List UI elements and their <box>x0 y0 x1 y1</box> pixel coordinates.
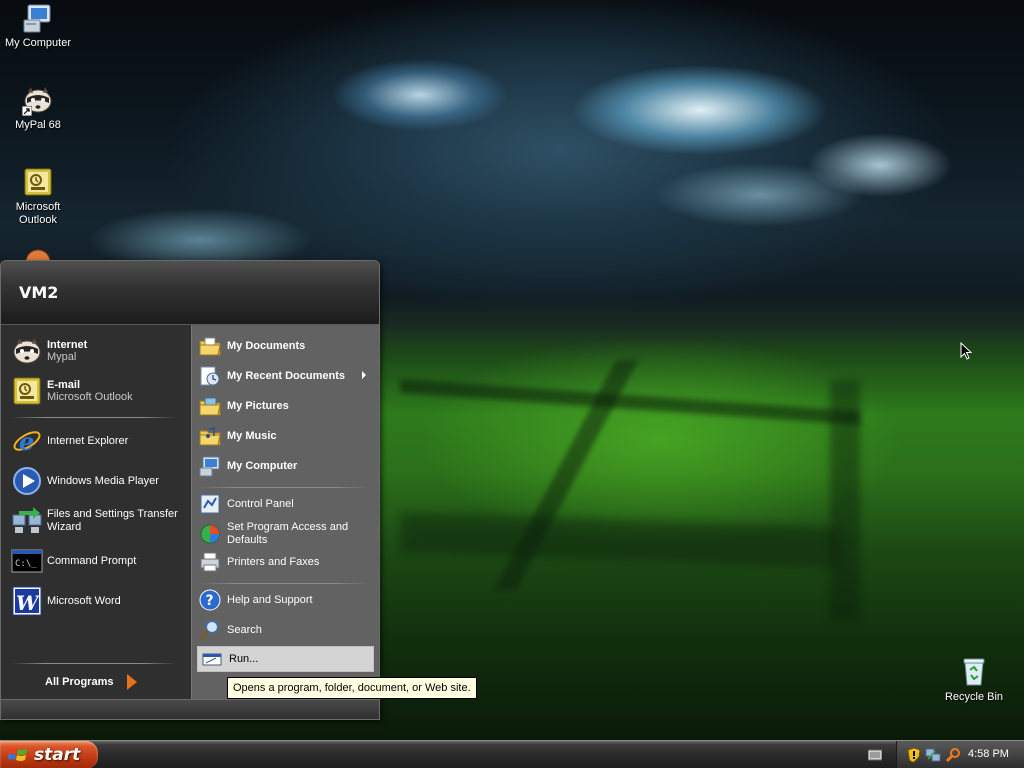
pinned-item-internet[interactable]: Internet Mypal <box>11 335 87 367</box>
wallpaper-shadow <box>830 380 860 620</box>
arrow-right-icon <box>127 674 138 690</box>
program-label: Windows Media Player <box>47 475 159 487</box>
place-my-pictures[interactable]: My Pictures <box>199 395 289 417</box>
pinned-item-title: E-mail <box>47 379 81 391</box>
media-player-icon <box>11 465 43 497</box>
user-name: VM2 <box>19 283 59 302</box>
all-programs-label: All Programs <box>45 676 114 688</box>
tooltip: Opens a program, folder, document, or We… <box>227 677 477 699</box>
pinned-item-subtitle: Mypal <box>47 351 77 363</box>
folder-documents-icon <box>199 335 221 357</box>
program-label: Files and Settings Transfer Wizard <box>47 508 178 533</box>
recent-documents-icon <box>199 365 221 387</box>
computer-icon <box>22 2 54 34</box>
place-label: My Pictures <box>227 400 289 412</box>
program-command-prompt[interactable]: C:\_ Command Prompt <box>11 545 136 577</box>
folder-pictures-icon <box>199 395 221 417</box>
settings-printers-faxes[interactable]: Printers and Faxes <box>199 551 319 573</box>
svg-text:e: e <box>19 427 34 456</box>
internet-explorer-icon: e <box>11 425 43 457</box>
help-label: Help and Support <box>227 594 313 606</box>
network-icon[interactable] <box>925 747 941 763</box>
search[interactable]: Search <box>199 619 262 641</box>
place-label: My Computer <box>227 460 298 472</box>
place-label: My Recent Documents <box>227 370 345 382</box>
program-access-icon <box>199 523 221 545</box>
start-menu: VM2 Internet Mypal E-mail Microsoft Outl… <box>0 260 380 720</box>
program-microsoft-word[interactable]: W Microsoft Word <box>11 585 121 617</box>
program-label: Microsoft Word <box>47 595 121 607</box>
control-panel-icon <box>199 493 221 515</box>
svg-text:C:\_: C:\_ <box>15 559 37 569</box>
command-prompt-icon: C:\_ <box>11 545 43 577</box>
svg-text:?: ? <box>206 593 214 609</box>
start-menu-header: VM2 <box>1 261 379 325</box>
word-icon: W <box>11 585 43 617</box>
outlook-icon <box>11 375 43 407</box>
search-icon[interactable] <box>945 747 961 763</box>
folder-music-icon <box>199 425 221 447</box>
settings-label: Printers and Faxes <box>227 556 320 568</box>
security-shield-icon[interactable] <box>907 747 921 763</box>
computer-icon <box>199 455 221 477</box>
place-my-recent-documents[interactable]: My Recent Documents <box>199 365 377 387</box>
taskbar: start 4:58 PM <box>0 740 1024 768</box>
start-label: start <box>34 745 81 765</box>
program-files-settings-transfer-wizard[interactable]: Files and Settings Transfer Wizard <box>11 505 186 537</box>
mouse-cursor-icon <box>960 341 973 363</box>
settings-control-panel[interactable]: Control Panel <box>199 493 294 515</box>
printer-icon <box>199 551 221 573</box>
settings-label: Control Panel <box>227 498 294 510</box>
place-my-computer[interactable]: My Computer <box>199 455 297 477</box>
outlook-icon <box>22 166 54 198</box>
desktop-icon-label: Recycle Bin <box>944 691 1004 703</box>
place-my-music[interactable]: My Music <box>199 425 277 447</box>
separator <box>11 663 176 664</box>
desktop-icon-label: My Computer <box>4 37 72 49</box>
desktop-icon-label: MyPal 68 <box>15 119 61 131</box>
raccoon-icon <box>22 84 54 116</box>
svg-text:W: W <box>16 591 41 615</box>
separator <box>200 583 370 584</box>
program-windows-media-player[interactable]: Windows Media Player <box>11 465 159 497</box>
all-programs-button[interactable]: All Programs <box>45 674 138 690</box>
shortcut-arrow-icon <box>22 106 32 116</box>
pinned-item-title: Internet <box>47 339 88 351</box>
recycle-bin-icon <box>958 656 990 688</box>
separator <box>11 417 176 418</box>
keyboard-icon[interactable] <box>867 749 883 764</box>
raccoon-icon <box>11 335 43 367</box>
windows-logo-icon <box>8 748 27 761</box>
program-label: Command Prompt <box>47 555 137 567</box>
start-menu-places-pane: My Documents My Recent Documents My Pict… <box>191 325 379 699</box>
start-button[interactable]: start <box>0 741 98 768</box>
submenu-arrow-icon <box>362 371 366 379</box>
pinned-item-email[interactable]: E-mail Microsoft Outlook <box>11 375 133 407</box>
place-label: My Music <box>227 430 277 442</box>
separator <box>200 487 370 488</box>
desktop-icon-mypal[interactable]: MyPal 68 <box>0 84 76 132</box>
help-label: Run... <box>229 653 259 665</box>
desktop-icon-outlook[interactable]: Microsoft Outlook <box>0 166 76 227</box>
program-label: Internet Explorer <box>47 435 129 447</box>
desktop-icon-label: Microsoft Outlook <box>15 201 61 226</box>
help-and-support[interactable]: ? Help and Support <box>199 589 313 611</box>
desktop-icon-my-computer[interactable]: My Computer <box>0 2 76 50</box>
clock[interactable]: 4:58 PM <box>968 748 1009 760</box>
start-menu-footer <box>1 699 379 719</box>
place-label: My Documents <box>227 340 306 352</box>
start-menu-programs-pane: Internet Mypal E-mail Microsoft Outlook <box>1 325 191 699</box>
place-my-documents[interactable]: My Documents <box>199 335 305 357</box>
program-internet-explorer[interactable]: e Internet Explorer <box>11 425 128 457</box>
run-icon <box>201 648 223 670</box>
transfer-wizard-icon <box>11 505 43 537</box>
search-icon <box>199 619 221 641</box>
settings-set-program-access[interactable]: Set Program Access and Defaults <box>199 521 377 547</box>
run[interactable]: Run... <box>197 646 374 672</box>
settings-label: Set Program Access and Defaults <box>227 521 349 546</box>
pinned-item-subtitle: Microsoft Outlook <box>47 391 133 403</box>
help-icon: ? <box>199 589 221 611</box>
desktop-icon-recycle-bin[interactable]: Recycle Bin <box>936 656 1012 704</box>
help-label: Search <box>227 624 262 636</box>
